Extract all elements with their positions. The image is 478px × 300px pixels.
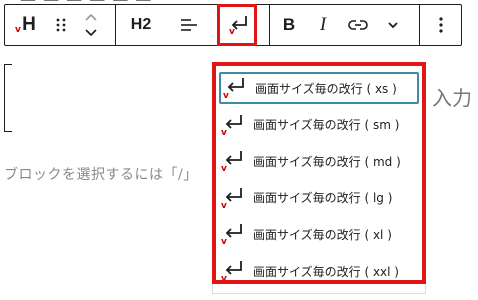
dropdown-item-label: 画面サイズ毎の改行 ( xl ) <box>253 227 392 242</box>
dropdown-item[interactable]: v 画面サイズ毎の改行 ( xl ) <box>219 218 419 250</box>
line-break-icon: v <box>219 256 249 286</box>
heading-icon: H <box>22 14 36 35</box>
move-buttons[interactable] <box>77 5 105 45</box>
dropdown-item[interactable]: v 画面サイズ毎の改行 ( xs ) <box>219 72 419 104</box>
dropdown-item-label: 画面サイズ毎の改行 ( md ) <box>253 154 401 169</box>
plugin-badge-icon: v <box>221 237 227 248</box>
heading-level-label: H2 <box>130 16 152 33</box>
plugin-badge-icon: v <box>15 25 21 35</box>
empty-block-placeholder[interactable]: ブロックを選択するには「/」 <box>4 164 198 184</box>
align-left-icon <box>181 19 197 31</box>
dropdown-item-label: 画面サイズ毎の改行 ( xxl ) <box>253 264 399 279</box>
dropdown-item[interactable]: v 画面サイズ毎の改行 ( lg ) <box>219 182 419 214</box>
highlight-outline <box>217 4 257 46</box>
dropdown-item-label: 画面サイズ毎の改行 ( xs ) <box>255 81 397 96</box>
bold-icon: B <box>282 15 296 34</box>
heading-level-button[interactable]: H2 <box>121 5 161 45</box>
line-break-icon: v <box>219 146 249 176</box>
selected-block-border <box>4 64 12 132</box>
block-content-text: 入力 <box>432 86 472 110</box>
line-break-icon: v <box>219 110 249 140</box>
more-rich-text-button[interactable] <box>377 5 409 45</box>
plugin-badge-icon: v <box>221 164 227 175</box>
line-break-icon: v <box>219 219 249 249</box>
line-break-icon: v <box>221 73 251 103</box>
toolbar-divider <box>269 5 270 45</box>
toolbar-divider <box>419 5 420 45</box>
move-up-down-icon <box>85 13 97 37</box>
drag-dots-icon <box>56 18 66 32</box>
link-button[interactable] <box>341 5 375 45</box>
chevron-down-icon <box>388 22 398 29</box>
italic-button[interactable]: I <box>307 5 339 45</box>
plugin-badge-icon: v <box>223 91 229 101</box>
dropdown-item[interactable]: v 画面サイズ毎の改行 ( xxl ) <box>219 255 419 287</box>
block-type-button[interactable]: v H <box>9 5 49 45</box>
dropdown-item-label: 画面サイズ毎の改行 ( lg ) <box>253 191 393 206</box>
dropdown-item[interactable]: v 画面サイズ毎の改行 ( sm ) <box>219 109 419 141</box>
options-button[interactable] <box>423 5 459 45</box>
toolbar-divider <box>115 5 116 45</box>
plugin-badge-icon: v <box>221 127 227 138</box>
bold-button[interactable]: B <box>273 5 305 45</box>
dropdown-item[interactable]: v 画面サイズ毎の改行 ( md ) <box>219 145 419 177</box>
line-break-icon: v <box>219 183 249 213</box>
plugin-badge-icon: v <box>221 200 227 211</box>
dropdown-item-label: 画面サイズ毎の改行 ( sm ) <box>253 118 400 133</box>
align-button[interactable] <box>169 5 209 45</box>
more-vertical-icon <box>439 17 443 33</box>
italic-icon: I <box>319 14 327 35</box>
link-icon <box>348 20 368 30</box>
drag-handle[interactable] <box>49 5 73 45</box>
plugin-badge-icon: v <box>221 274 227 284</box>
